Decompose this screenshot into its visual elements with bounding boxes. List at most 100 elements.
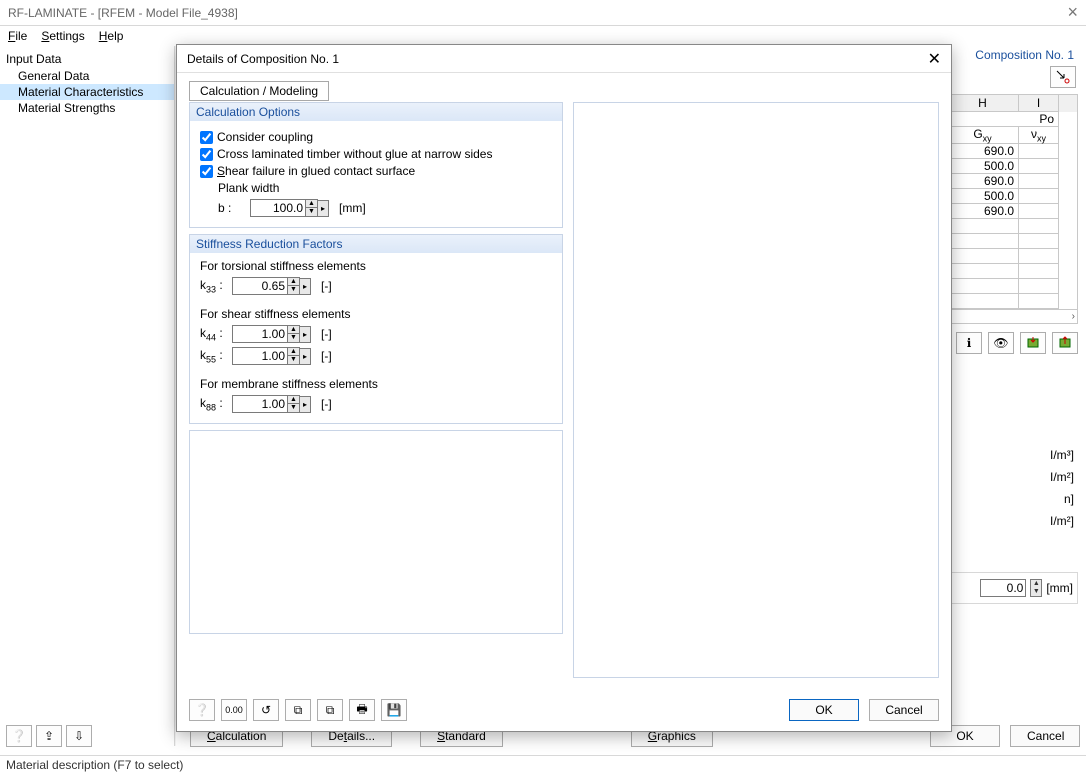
spin-side-button[interactable]: ▸ [300, 396, 311, 413]
help-icon-button[interactable]: ❔ [189, 699, 215, 721]
cell[interactable] [947, 219, 1019, 234]
reset-icon-button[interactable]: ↺ [253, 699, 279, 721]
checkbox[interactable] [200, 148, 213, 161]
cell[interactable] [1019, 249, 1059, 264]
data-grid[interactable]: H I Po Gxy νxy 690.0 500.0 690.0 500.0 6… [946, 94, 1078, 324]
nav-tree: Input Data General Data Material Charact… [0, 46, 175, 746]
tab-calculation-modeling[interactable]: Calculation / Modeling [189, 81, 329, 101]
cell[interactable]: 690.0 [947, 174, 1019, 189]
group-title: Calculation Options [190, 103, 562, 121]
cell[interactable] [1019, 279, 1059, 294]
save-icon-button[interactable]: 💾 [381, 699, 407, 721]
spin-buttons[interactable]: ▲▼ [306, 199, 318, 217]
app-title: RF-LAMINATE - [RFEM - Model File_4938] [8, 6, 238, 20]
k55-input[interactable] [232, 347, 288, 365]
cell[interactable]: 690.0 [947, 144, 1019, 159]
empty-group [189, 430, 563, 634]
k88-input[interactable] [232, 395, 288, 413]
unit-list: I/m³] I/m²] n] I/m²] [946, 444, 1078, 532]
menu-settings[interactable]: Settings [41, 29, 84, 43]
preview-panel [573, 102, 939, 678]
tree-item-general[interactable]: General Data [0, 68, 174, 84]
pick-target-button[interactable] [1050, 66, 1076, 88]
cell[interactable] [947, 279, 1019, 294]
view-button[interactable]: 👁 [988, 332, 1014, 354]
dialog-close-icon[interactable]: ✕ [928, 49, 941, 69]
print-icon-button[interactable]: 🖶 [349, 699, 375, 721]
cell[interactable] [1019, 219, 1059, 234]
dialog-cancel-button[interactable]: Cancel [869, 699, 939, 721]
ref-unit: [mm] [1046, 581, 1073, 595]
spin-buttons[interactable]: ▲▼ [288, 395, 300, 413]
export-icon-button[interactable]: ⇪ [36, 725, 62, 747]
chk-clt-no-glue[interactable]: Cross laminated timber without glue at n… [200, 147, 552, 161]
menu-help[interactable]: Help [99, 29, 124, 43]
help-icon-button[interactable]: ❔ [6, 725, 32, 747]
tree-item-material-str[interactable]: Material Strengths [0, 100, 174, 116]
cell[interactable] [947, 264, 1019, 279]
col-h: H [947, 95, 1019, 112]
checkbox-label: Consider coupling [217, 130, 313, 144]
cell[interactable]: 690.0 [947, 204, 1019, 219]
checkbox[interactable] [200, 165, 213, 178]
k33-input[interactable] [232, 277, 288, 295]
spin-buttons[interactable]: ▲▼ [288, 325, 300, 343]
spin-side-button[interactable]: ▸ [300, 348, 311, 365]
group-title: Stiffness Reduction Factors [190, 235, 562, 253]
import-button[interactable] [1020, 332, 1046, 354]
spin-buttons[interactable]: ▲▼ [288, 347, 300, 365]
shear-label: For shear stiffness elements [200, 307, 552, 321]
info-button[interactable]: ℹ [956, 332, 982, 354]
menubar: File Settings Help [0, 26, 1086, 46]
unit-label: I/m³] [946, 444, 1074, 466]
cell[interactable] [1019, 174, 1059, 189]
b-input[interactable] [250, 199, 306, 217]
cell[interactable] [947, 234, 1019, 249]
main-cancel-button[interactable]: Cancel [1010, 725, 1080, 747]
memb-label: For membrane stiffness elements [200, 377, 552, 391]
chk-consider-coupling[interactable]: Consider coupling [200, 130, 552, 144]
cell[interactable] [1019, 234, 1059, 249]
unit: [-] [321, 279, 332, 293]
unit: [-] [321, 327, 332, 341]
cell[interactable] [1019, 144, 1059, 159]
spin-side-button[interactable]: ▸ [300, 278, 311, 295]
spin-buttons[interactable]: ▲▼ [1030, 579, 1042, 597]
tree-item-material-char[interactable]: Material Characteristics [0, 84, 174, 100]
copy-icon-button[interactable]: ⧉ [285, 699, 311, 721]
spin-side-button[interactable]: ▸ [318, 200, 329, 217]
menu-file[interactable]: File [8, 29, 27, 43]
window-close-icon[interactable]: × [1067, 2, 1078, 23]
cell[interactable] [1019, 189, 1059, 204]
k44-label: k44 : [200, 326, 226, 342]
b-label: b : [218, 201, 244, 215]
subcol-gxy: Gxy [947, 127, 1019, 144]
import-icon-button[interactable]: ⇩ [66, 725, 92, 747]
k44-input[interactable] [232, 325, 288, 343]
cell[interactable] [1019, 204, 1059, 219]
unit-label: n] [946, 488, 1074, 510]
tree-root[interactable]: Input Data [0, 50, 174, 68]
spin-buttons[interactable]: ▲▼ [288, 277, 300, 295]
cell[interactable]: 500.0 [947, 189, 1019, 204]
subcol-vxy: νxy [1019, 127, 1059, 144]
cell[interactable]: 500.0 [947, 159, 1019, 174]
col-po: Po [947, 112, 1059, 127]
composition-label: Composition No. 1 [946, 46, 1078, 64]
cell[interactable] [1019, 264, 1059, 279]
cell[interactable] [1019, 294, 1059, 309]
cell[interactable] [947, 294, 1019, 309]
paste-icon-button[interactable]: ⧉ [317, 699, 343, 721]
cell[interactable] [1019, 159, 1059, 174]
spin-side-button[interactable]: ▸ [300, 326, 311, 343]
units-icon-button[interactable]: 0.00 [221, 699, 247, 721]
group-stiffness: Stiffness Reduction Factors For torsiona… [189, 234, 563, 424]
scroll-right-icon[interactable]: › [947, 309, 1077, 323]
checkbox[interactable] [200, 131, 213, 144]
chk-shear-failure[interactable]: Shear failure in glued contact surface [200, 164, 552, 178]
group-calculation-options: Calculation Options Consider coupling Cr… [189, 102, 563, 228]
cell[interactable] [947, 249, 1019, 264]
dialog-ok-button[interactable]: OK [789, 699, 859, 721]
export-button[interactable] [1052, 332, 1078, 354]
ref-value-input[interactable] [980, 579, 1026, 597]
